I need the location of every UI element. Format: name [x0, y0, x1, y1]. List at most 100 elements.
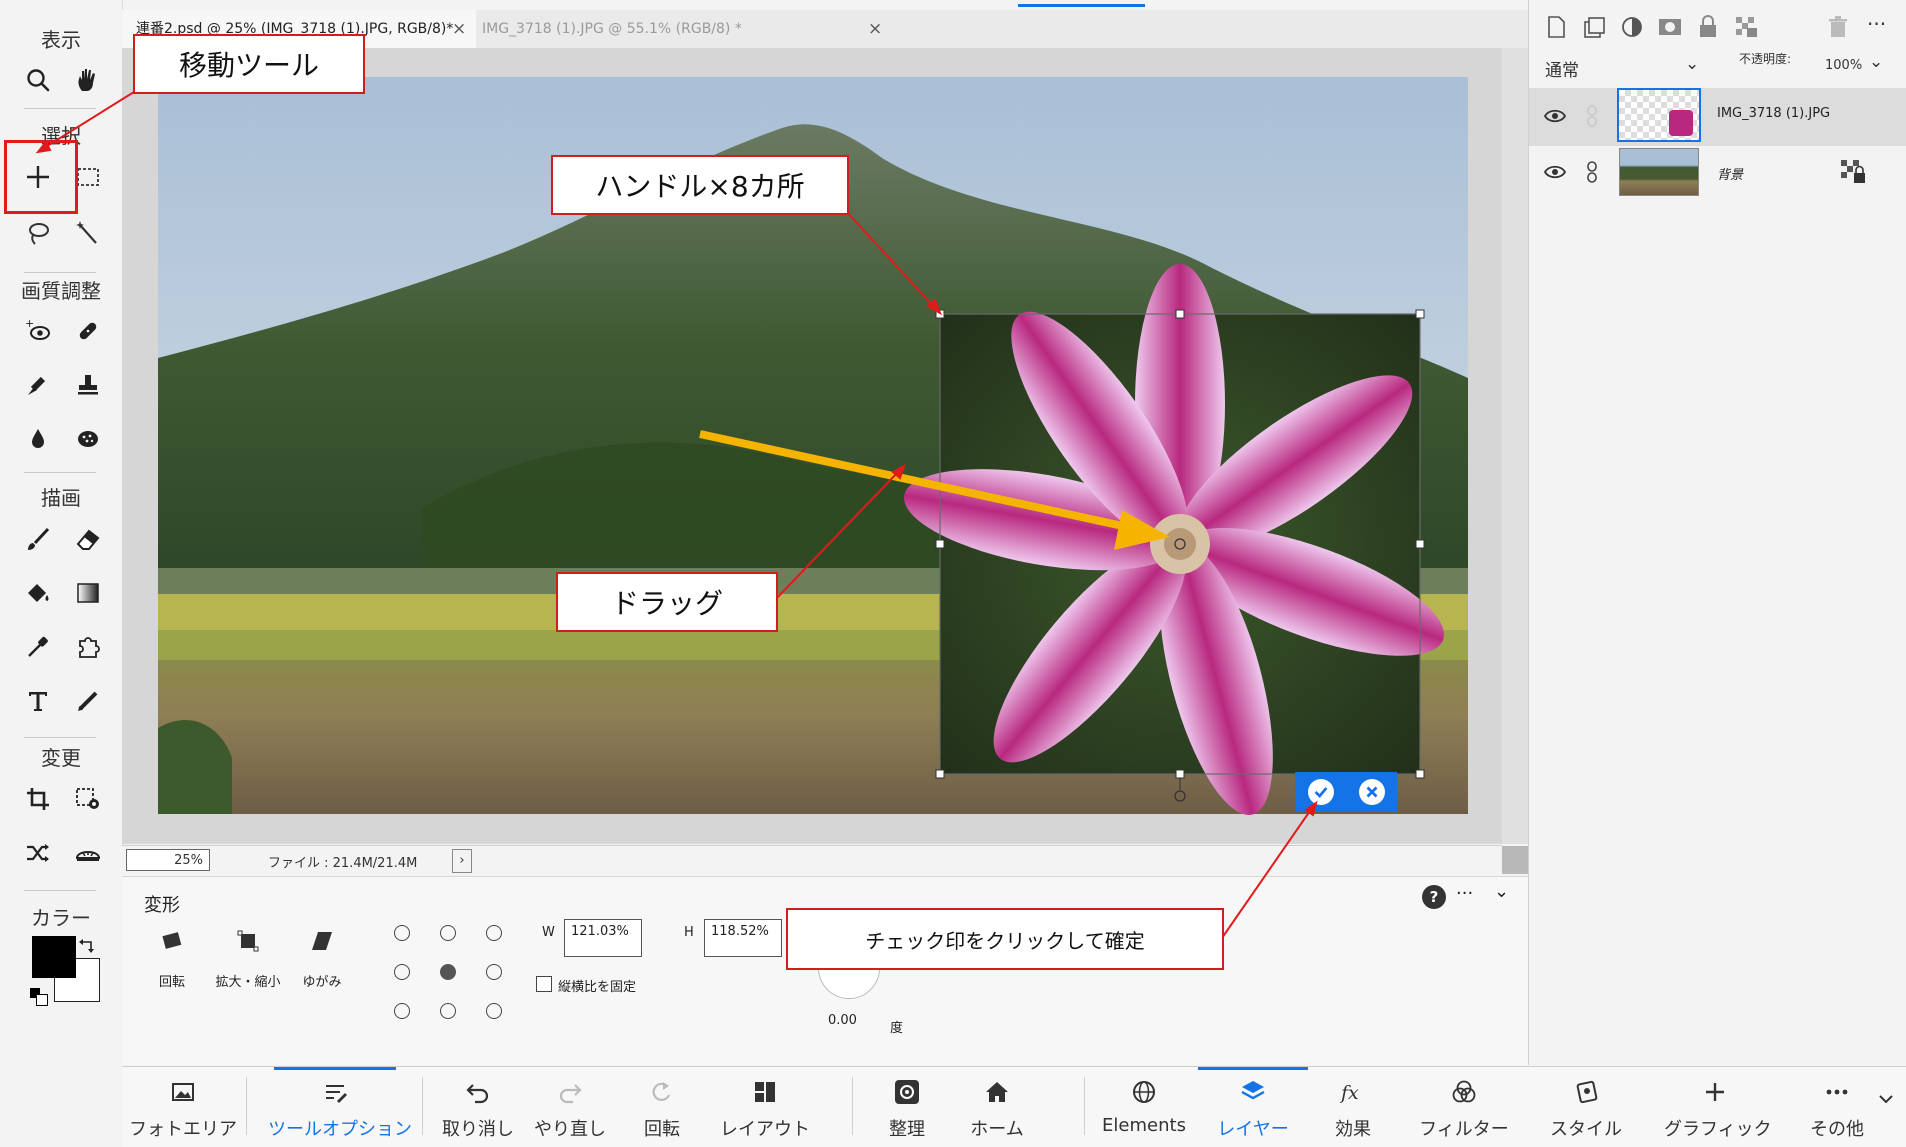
taskbar-layers[interactable]: レイヤー: [1198, 1067, 1308, 1147]
options-more-icon[interactable]: ···: [1456, 883, 1473, 904]
custom-shape-tool[interactable]: [68, 627, 108, 667]
link-icon[interactable]: [1585, 160, 1599, 184]
hand-tool[interactable]: [68, 60, 108, 100]
healing-brush-tool[interactable]: [68, 311, 108, 351]
status-menu-arrow[interactable]: ›: [452, 849, 472, 873]
taskbar-styles[interactable]: スタイル: [1546, 1067, 1626, 1147]
handle-middle-left[interactable]: [935, 539, 945, 549]
ref-point-radio-selected[interactable]: [440, 964, 456, 980]
swap-colors-icon[interactable]: [78, 936, 96, 954]
ref-point-radio[interactable]: [394, 925, 410, 941]
commit-button[interactable]: [1307, 779, 1334, 805]
zoom-field[interactable]: 25%: [126, 849, 210, 871]
ref-point-radio[interactable]: [440, 1003, 456, 1019]
fx-icon: fx: [1339, 1082, 1359, 1104]
help-icon[interactable]: ?: [1422, 885, 1446, 909]
taskbar-effects[interactable]: fx 効果: [1318, 1067, 1388, 1147]
blur-tool[interactable]: [18, 419, 58, 459]
ref-point-radio[interactable]: [486, 964, 502, 980]
zoom-tool[interactable]: [18, 60, 58, 100]
handle-top-center[interactable]: [1175, 309, 1185, 319]
flower-layer-image[interactable]: [896, 264, 1458, 826]
link-icon[interactable]: [1585, 104, 1599, 128]
collapse-chevron-icon[interactable]: ⌄: [1494, 881, 1509, 902]
handle-top-left[interactable]: [935, 309, 945, 319]
straighten-tool[interactable]: [68, 833, 108, 873]
red-eye-tool[interactable]: +: [18, 311, 58, 351]
gradient-tool[interactable]: [68, 573, 108, 613]
pencil-tool[interactable]: [68, 681, 108, 721]
skew-mode-button[interactable]: ゆがみ: [292, 927, 352, 1007]
taskbar-tool-options[interactable]: ツールオプション: [268, 1067, 412, 1147]
handle-bottom-left[interactable]: [935, 769, 945, 779]
taskbar-layout[interactable]: レイアウト: [712, 1067, 818, 1147]
tab-document-inactive[interactable]: IMG_3718 (1).JPG @ 55.1% (RGB/8) * ×: [468, 10, 902, 48]
lock-all-icon[interactable]: [1695, 14, 1721, 40]
blend-mode-select[interactable]: 通常 ⌄: [1545, 54, 1725, 82]
cancel-button[interactable]: [1358, 779, 1385, 805]
new-group-icon[interactable]: [1581, 14, 1607, 40]
height-label: H: [684, 925, 694, 940]
lasso-tool[interactable]: [18, 213, 58, 253]
crop-tool[interactable]: [18, 779, 58, 819]
brush-tool[interactable]: [18, 519, 58, 559]
taskbar-chevron-icon[interactable]: [1876, 1089, 1896, 1109]
width-input[interactable]: 121.03%: [564, 919, 642, 957]
opacity-chevron-icon[interactable]: ⌄: [1869, 52, 1883, 72]
paint-bucket-tool[interactable]: [18, 573, 58, 613]
ref-point-radio[interactable]: [440, 925, 456, 941]
eraser-tool[interactable]: [68, 519, 108, 559]
type-tool[interactable]: [18, 681, 58, 721]
vertical-scrollbar[interactable]: [1502, 48, 1528, 844]
handle-middle-right[interactable]: [1415, 539, 1425, 549]
scale-mode-button[interactable]: 拡大・縮小: [208, 927, 288, 1007]
adjustment-layer-icon[interactable]: [1619, 14, 1645, 40]
taskbar-label: レイヤー: [1217, 1119, 1289, 1140]
layer-mask-icon[interactable]: [1657, 14, 1683, 40]
handle-bottom-right[interactable]: [1415, 769, 1425, 779]
color-swatches[interactable]: [30, 936, 100, 1006]
taskbar-photo-bin[interactable]: フォトエリア: [128, 1067, 238, 1147]
foreground-color-swatch[interactable]: [32, 936, 76, 978]
taskbar-more[interactable]: その他: [1802, 1067, 1872, 1147]
taskbar-elements[interactable]: Elements: [1100, 1067, 1188, 1147]
visibility-eye-icon[interactable]: [1543, 106, 1567, 126]
ref-point-radio[interactable]: [486, 1003, 502, 1019]
lock-transparency-icon[interactable]: [1733, 14, 1759, 40]
ref-point-radio[interactable]: [486, 925, 502, 941]
delete-layer-icon[interactable]: [1825, 14, 1851, 40]
constrain-checkbox[interactable]: [536, 976, 552, 992]
opacity-value[interactable]: 100%: [1825, 58, 1862, 73]
scroll-corner[interactable]: [1502, 846, 1528, 874]
handle-bottom-center[interactable]: [1175, 769, 1185, 779]
tab-close-icon[interactable]: ×: [868, 10, 882, 48]
taskbar-filters[interactable]: フィルター: [1416, 1067, 1512, 1147]
taskbar-graphics[interactable]: グラフィック: [1664, 1067, 1772, 1147]
ref-point-radio[interactable]: [394, 1003, 410, 1019]
clone-stamp-tool[interactable]: [68, 365, 108, 405]
taskbar-undo[interactable]: 取り消し: [438, 1067, 518, 1147]
ref-point-radio[interactable]: [394, 964, 410, 980]
recompose-tool[interactable]: [68, 779, 108, 819]
layer-row-selected[interactable]: IMG_3718 (1).JPG: [1529, 88, 1906, 146]
smart-brush-tool[interactable]: [18, 365, 58, 405]
transform-commit-bar: [1295, 772, 1397, 812]
layer-row[interactable]: 背景: [1529, 144, 1906, 202]
layer-lock-icon[interactable]: [1839, 158, 1867, 186]
magic-wand-tool[interactable]: [68, 213, 108, 253]
height-input[interactable]: 118.52%: [704, 919, 782, 957]
rotate-mode-button[interactable]: 回転: [142, 927, 202, 1007]
taskbar-organizer[interactable]: 整理: [872, 1067, 942, 1147]
eyedropper-tool[interactable]: [18, 627, 58, 667]
tab-close-icon[interactable]: ×: [452, 10, 466, 48]
handle-top-right[interactable]: [1415, 309, 1425, 319]
taskbar-home[interactable]: ホーム: [956, 1067, 1038, 1147]
layers-more-icon[interactable]: ···: [1867, 12, 1886, 36]
visibility-eye-icon[interactable]: [1543, 162, 1567, 182]
sponge-tool[interactable]: [68, 419, 108, 459]
eraser-icon: [76, 529, 100, 550]
content-aware-move-tool[interactable]: [18, 833, 58, 873]
taskbar-rotate[interactable]: 回転: [622, 1067, 702, 1147]
new-layer-icon[interactable]: [1543, 14, 1569, 40]
taskbar-redo[interactable]: やり直し: [528, 1067, 612, 1147]
